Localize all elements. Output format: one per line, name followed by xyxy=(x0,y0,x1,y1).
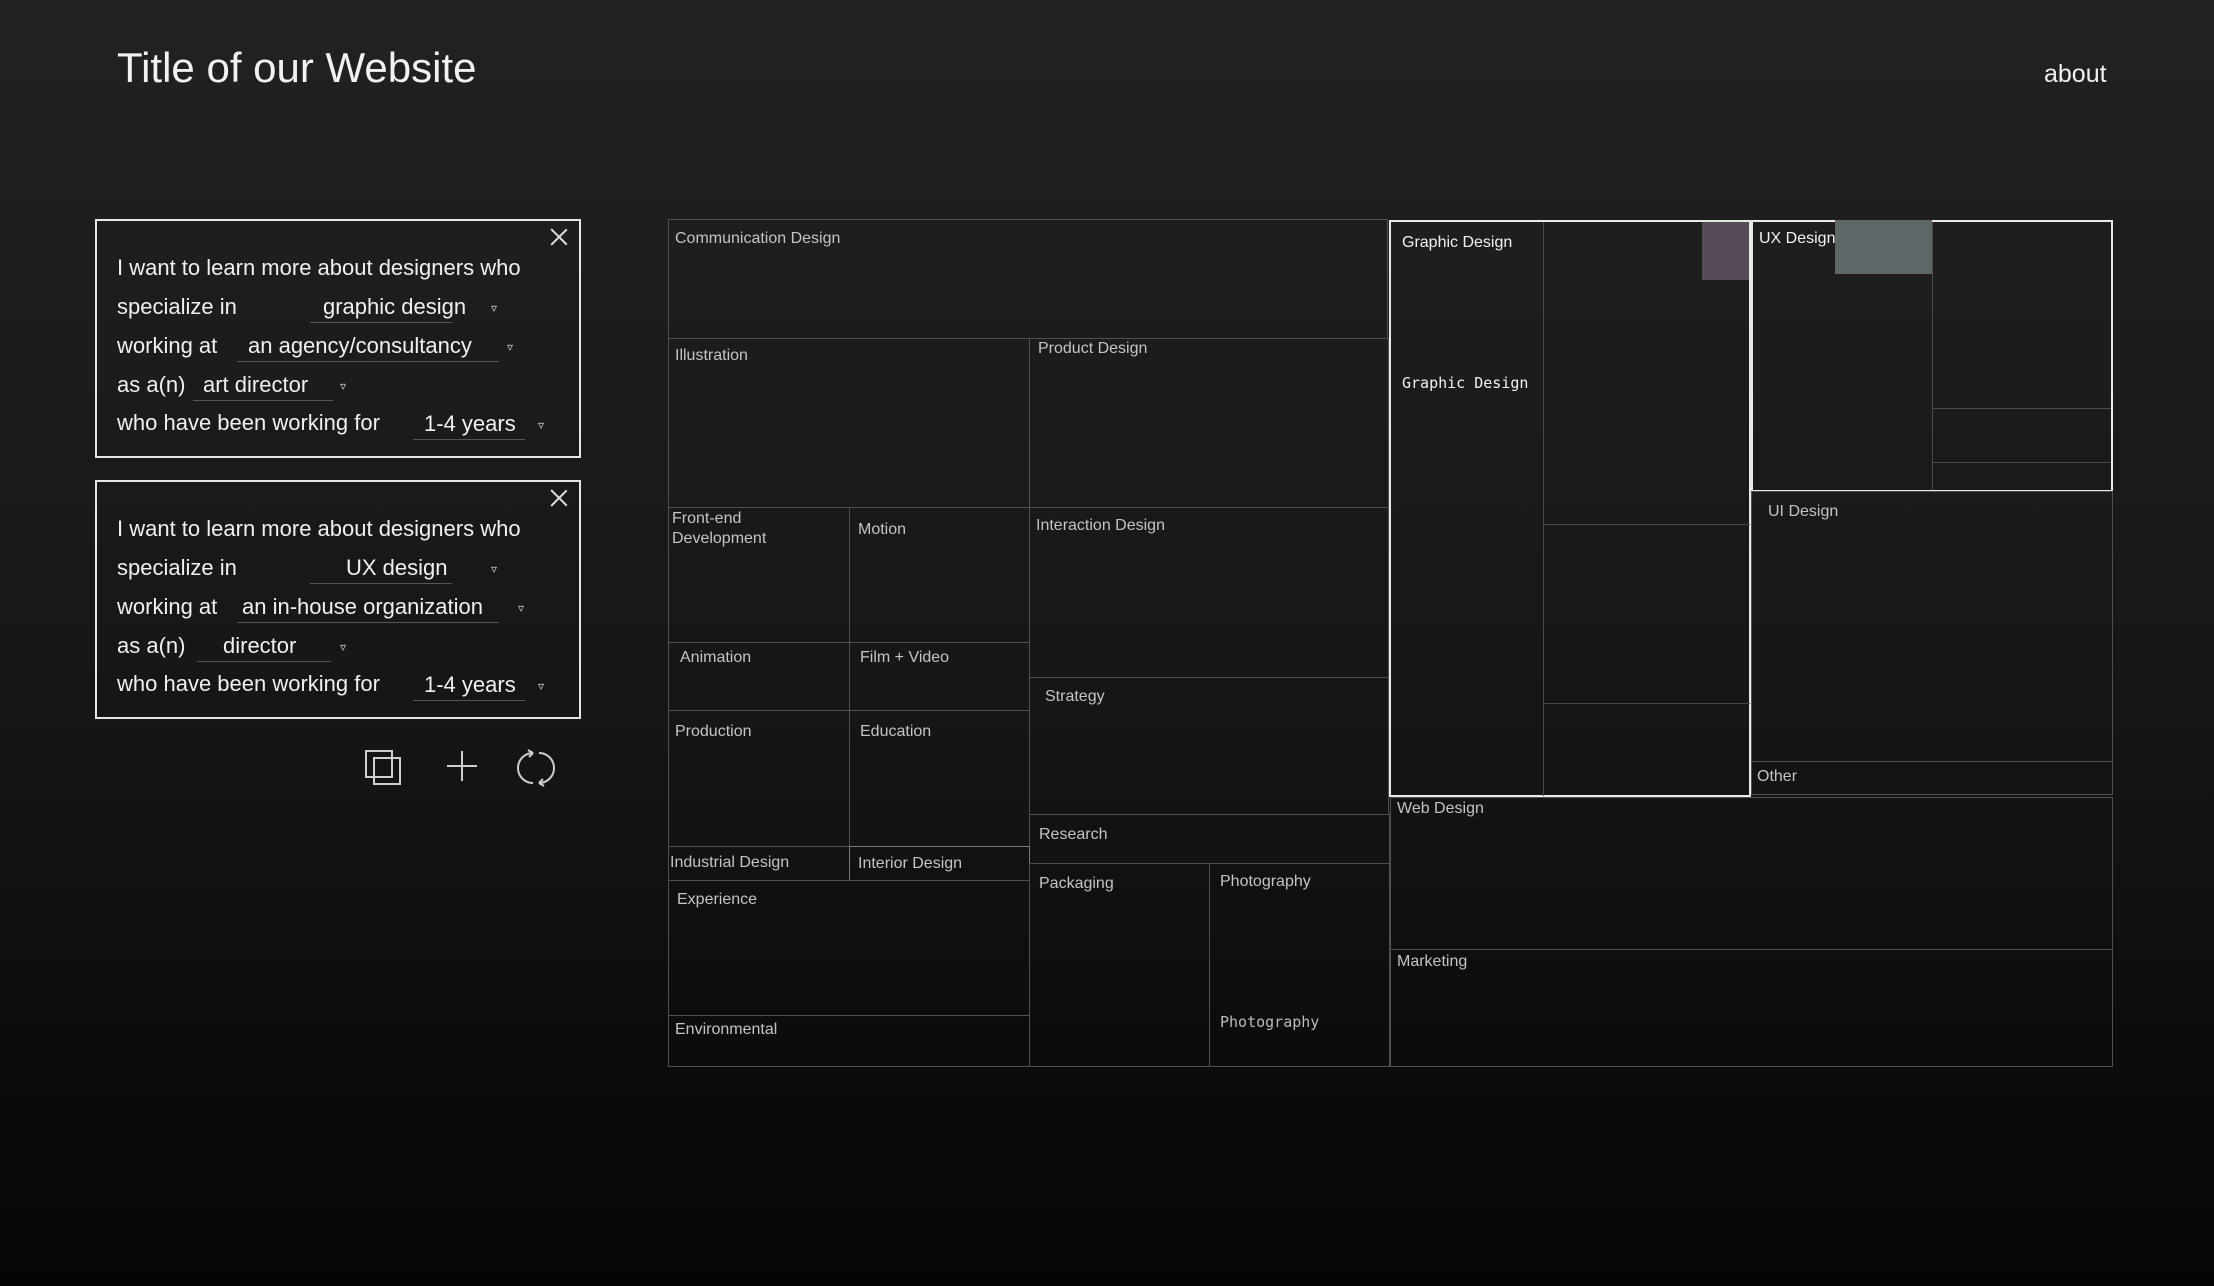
duration-label: who have been working for xyxy=(117,671,380,696)
workplace-select[interactable]: an agency/consultancy xyxy=(248,333,472,359)
query-card: I want to learn more about designers who… xyxy=(95,480,581,719)
cell-label: Front-end Development xyxy=(672,510,767,547)
chevron-down-icon[interactable]: ▿ xyxy=(538,679,544,693)
close-icon[interactable] xyxy=(549,488,569,508)
cell-label: Graphic Design xyxy=(1402,374,1529,392)
cell-label: Animation xyxy=(680,649,752,666)
specialty-select[interactable]: UX design xyxy=(346,555,448,581)
chevron-down-icon[interactable]: ▿ xyxy=(538,418,544,432)
page-title: Title of our Website xyxy=(117,44,477,91)
chevron-down-icon[interactable]: ▿ xyxy=(507,340,513,354)
role-label: as a(n) xyxy=(117,633,186,658)
cell-label: Product Design xyxy=(1038,340,1148,357)
query-card: I want to learn more about designers who… xyxy=(95,219,581,458)
ux-swatch xyxy=(1835,220,1932,274)
workplace-select[interactable]: an in-house organization xyxy=(242,594,483,620)
chevron-down-icon[interactable]: ▿ xyxy=(518,601,524,615)
cell-web-design[interactable] xyxy=(1390,797,2113,950)
chevron-down-icon[interactable]: ▿ xyxy=(491,301,497,315)
cell-label: Interior Design xyxy=(858,855,963,872)
cell-label: Other xyxy=(1757,768,1798,785)
cell-label: Graphic Design xyxy=(1402,234,1513,251)
cell-marketing[interactable] xyxy=(1390,949,2113,1067)
cell-label: Web Design xyxy=(1397,800,1484,817)
specialty-select[interactable]: graphic design xyxy=(323,294,466,320)
chevron-down-icon[interactable]: ▿ xyxy=(340,379,346,393)
cell-label: Production xyxy=(675,723,752,740)
role-select[interactable]: art director xyxy=(203,372,308,398)
cell-label: Photography xyxy=(1220,873,1311,890)
cell-ui-design[interactable] xyxy=(1751,491,2113,762)
cell-label: Photography xyxy=(1220,1013,1320,1031)
cell-label: UI Design xyxy=(1768,503,1839,520)
graphic-swatch xyxy=(1702,222,1749,280)
cell-photography[interactable] xyxy=(1209,863,1390,1067)
chevron-down-icon[interactable]: ▿ xyxy=(491,562,497,576)
cell-label: Marketing xyxy=(1397,953,1468,970)
cell-label: Research xyxy=(1039,826,1108,843)
role-label: as a(n) xyxy=(117,372,186,397)
working-label: working at xyxy=(117,333,218,358)
chevron-down-icon[interactable]: ▿ xyxy=(340,640,346,654)
cell-other[interactable] xyxy=(1751,761,2113,795)
duplicate-icon[interactable] xyxy=(362,745,406,789)
category-treemap: Communication Design Illustration Produc… xyxy=(668,219,2114,1069)
role-select[interactable]: director xyxy=(223,633,296,659)
cell-label: Communication Design xyxy=(675,230,841,247)
refresh-icon[interactable] xyxy=(514,745,558,789)
cell-label: Motion xyxy=(858,521,907,538)
cell-label: Illustration xyxy=(675,347,748,364)
cell-label: Strategy xyxy=(1045,688,1105,705)
cell-label: Interaction Design xyxy=(1036,517,1165,534)
close-icon[interactable] xyxy=(549,227,569,247)
duration-select[interactable]: 1-4 years xyxy=(424,411,516,437)
duration-label: who have been working for xyxy=(117,410,380,435)
cell-label: Experience xyxy=(677,891,758,908)
cell-graphic-design[interactable] xyxy=(1389,220,1751,797)
query-intro: I want to learn more about designers who xyxy=(117,516,521,541)
cell-label: UX Design xyxy=(1759,230,1836,247)
specialize-label: specialize in xyxy=(117,555,237,580)
working-label: working at xyxy=(117,594,218,619)
cell-label: Film + Video xyxy=(860,649,950,666)
query-intro: I want to learn more about designers who xyxy=(117,255,521,280)
add-icon[interactable] xyxy=(440,745,484,789)
duration-select[interactable]: 1-4 years xyxy=(424,672,516,698)
cell-label: Environmental xyxy=(675,1021,778,1038)
cell-product-design[interactable] xyxy=(1029,338,1389,508)
cell-label: Packaging xyxy=(1039,875,1114,892)
specialize-label: specialize in xyxy=(117,294,237,319)
cell-label: Industrial Design xyxy=(670,854,790,871)
cell-label: Education xyxy=(860,723,932,740)
about-link[interactable]: about xyxy=(2044,60,2107,89)
